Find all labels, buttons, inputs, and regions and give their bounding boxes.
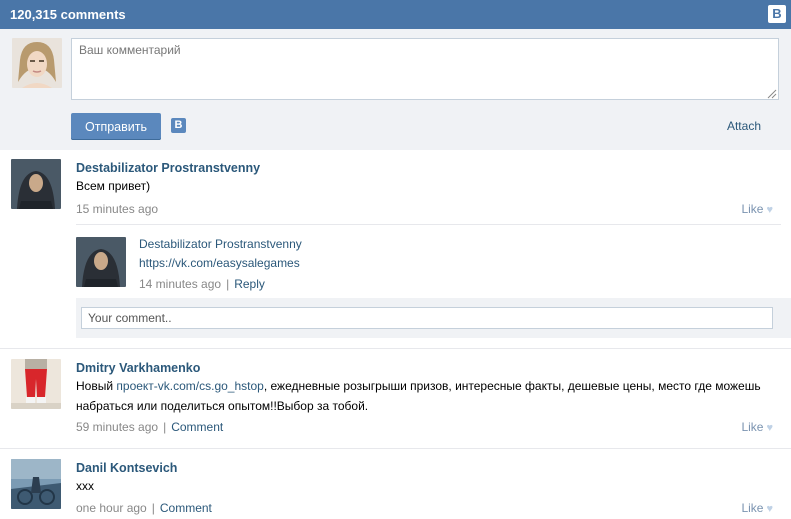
like-label: Like: [741, 420, 764, 434]
meta-separator: |: [151, 501, 155, 515]
avatar[interactable]: [11, 459, 61, 509]
reply-link[interactable]: https://vk.com/easysalegames: [139, 253, 300, 273]
comment-text: Новый проект-vk.com/cs.go_hstop, ежеднев…: [76, 376, 761, 396]
comment-author[interactable]: Destabilizator Prostranstvenny: [76, 161, 260, 175]
comment-text-part: , ежедневные розыгрыши призов, интересны…: [263, 379, 761, 393]
like-label: Like: [741, 202, 764, 216]
reply-author[interactable]: Destabilizator Prostranstvenny: [139, 237, 302, 251]
reply-button[interactable]: Reply: [234, 277, 265, 291]
reply-input-box: [76, 298, 791, 338]
like-button[interactable]: Like ♥: [741, 501, 773, 515]
like-label: Like: [741, 501, 764, 515]
heart-icon: ♥: [766, 422, 773, 434]
comment-button[interactable]: Comment: [171, 420, 223, 434]
comment-author[interactable]: Dmitry Varkhamenko: [76, 361, 200, 375]
comment-composer: Отправить B Attach: [0, 29, 791, 150]
comment-text-part: Новый: [76, 379, 117, 393]
vk-logo-icon[interactable]: B: [768, 5, 786, 23]
comment-author[interactable]: Danil Kontsevich: [76, 461, 177, 475]
comment-text: Всем привет): [76, 179, 151, 193]
comment-text-line2: набраться или поделиться опытом!!Выбор з…: [76, 399, 369, 413]
comment-count: 120,315 comments: [10, 7, 126, 22]
heart-icon: ♥: [766, 503, 773, 515]
resize-grip-icon[interactable]: [767, 89, 777, 99]
attach-link[interactable]: Attach: [727, 119, 761, 133]
reply-meta: 14 minutes ago | Reply: [139, 277, 265, 291]
comment-textarea[interactable]: [71, 38, 779, 100]
divider: [0, 348, 791, 349]
comment-time[interactable]: one hour ago: [76, 501, 147, 515]
vk-share-icon[interactable]: B: [171, 118, 186, 133]
divider: [76, 224, 781, 225]
avatar[interactable]: [11, 159, 61, 209]
divider: [0, 448, 791, 449]
meta-separator: |: [226, 277, 230, 291]
comment-time[interactable]: 15 minutes ago: [76, 202, 158, 216]
comment-meta: one hour ago | Comment: [76, 501, 212, 515]
reply-input[interactable]: [81, 307, 773, 329]
reply-time[interactable]: 14 minutes ago: [139, 277, 221, 291]
comments-header: 120,315 comments B: [0, 0, 791, 29]
avatar[interactable]: [11, 359, 61, 409]
comment-meta: 59 minutes ago | Comment: [76, 420, 223, 434]
like-button[interactable]: Like ♥: [741, 202, 773, 216]
user-avatar: [12, 38, 62, 88]
meta-separator: |: [163, 420, 167, 434]
comment-inline-link[interactable]: проект-vk.com/cs.go_hstop: [116, 379, 263, 393]
heart-icon: ♥: [766, 204, 773, 216]
comment-time[interactable]: 59 minutes ago: [76, 420, 158, 434]
send-button[interactable]: Отправить: [71, 113, 161, 140]
avatar[interactable]: [76, 237, 126, 287]
like-button[interactable]: Like ♥: [741, 420, 773, 434]
comment-text: xxx: [76, 479, 94, 493]
comment-button[interactable]: Comment: [160, 501, 212, 515]
